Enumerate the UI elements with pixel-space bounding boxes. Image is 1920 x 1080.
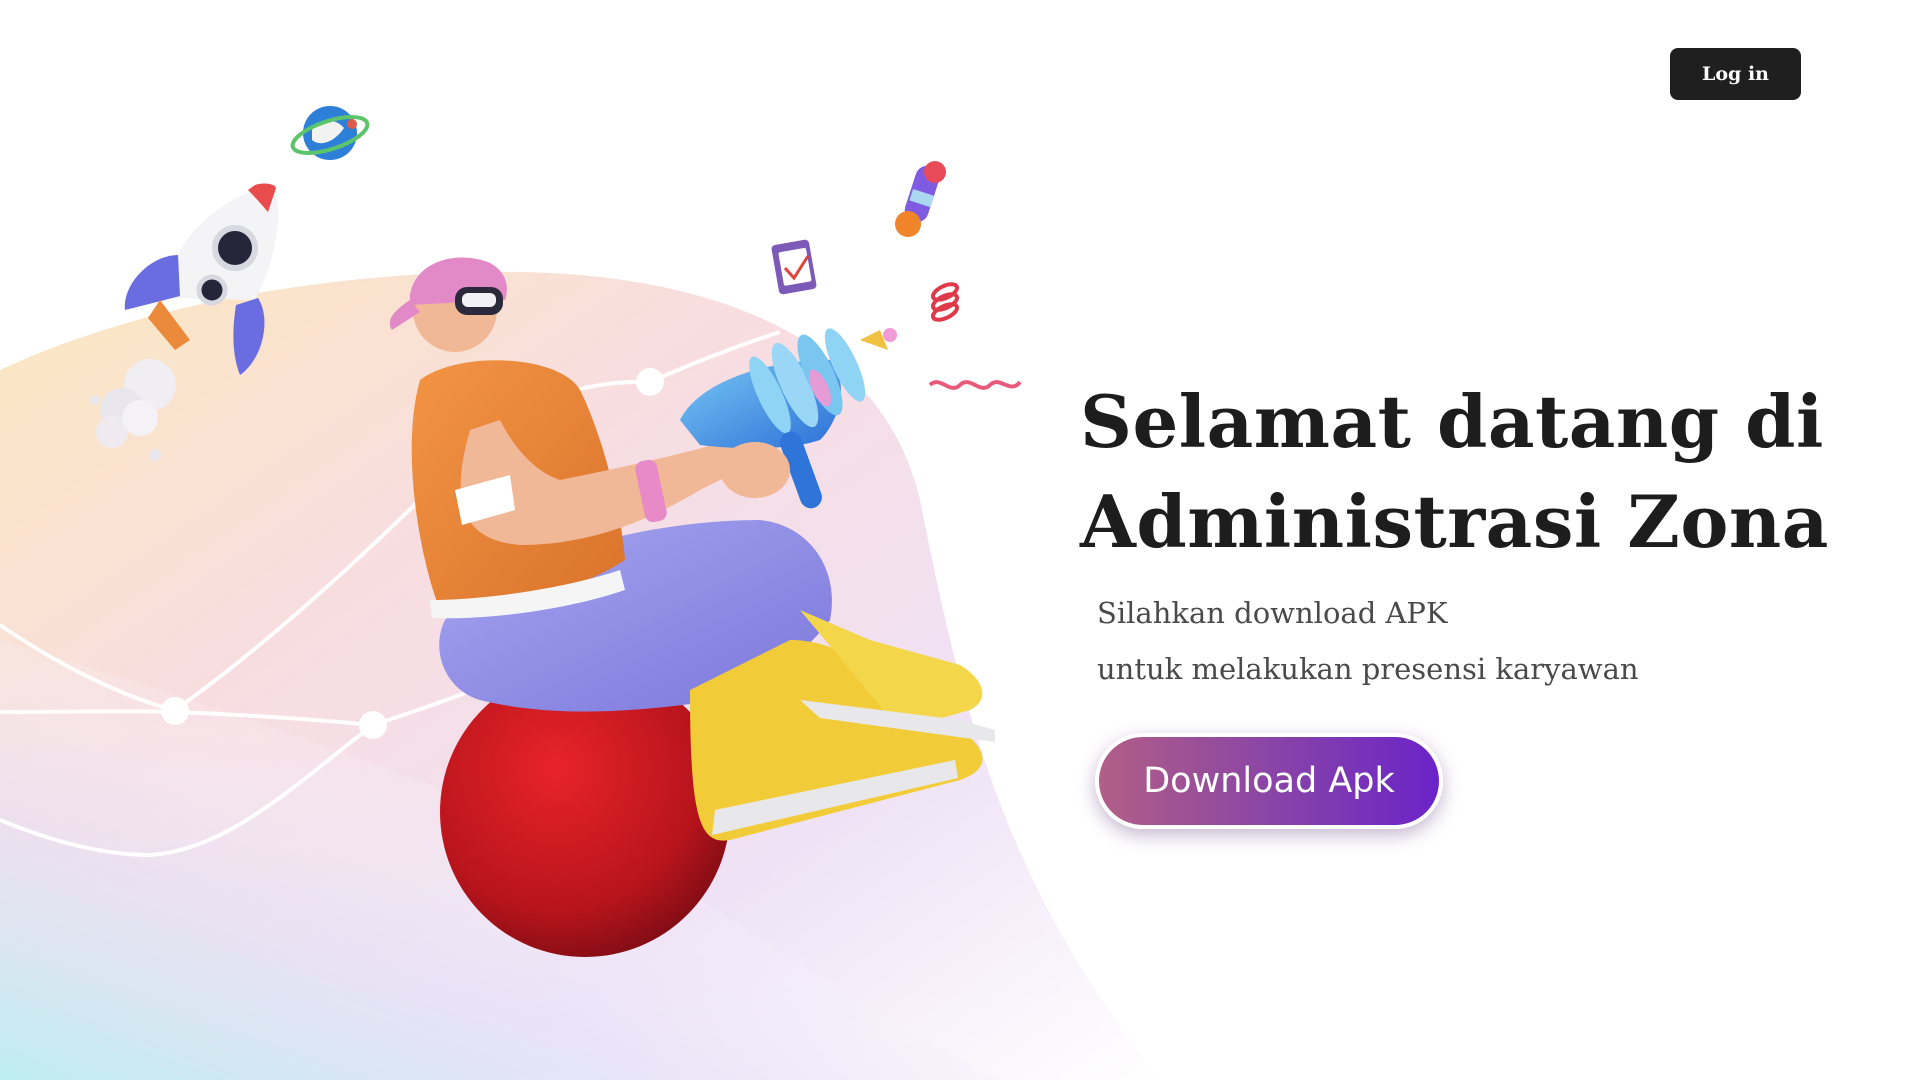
globe-icon [290,106,370,160]
spring-icon [930,282,960,322]
login-button[interactable]: Log in [1670,48,1801,100]
hero-title-line-2: Administrasi Zona [1080,479,1829,564]
lollipop-icon [895,161,946,237]
hero-subtitle-line-2: untuk melakukan presensi karyawan [1097,652,1639,686]
hero-title: Selamat datang di Administrasi Zona [1080,372,1900,572]
hero-subtitle-line-1: Silahkan download APK [1097,596,1448,630]
download-apk-button[interactable]: Download Apk [1095,733,1443,829]
clipboard-icon [771,239,817,295]
hero-title-line-1: Selamat datang di [1080,379,1824,464]
squiggle-icon [928,380,1022,390]
hero-subtitle: Silahkan download APK untuk melakukan pr… [1097,585,1797,697]
